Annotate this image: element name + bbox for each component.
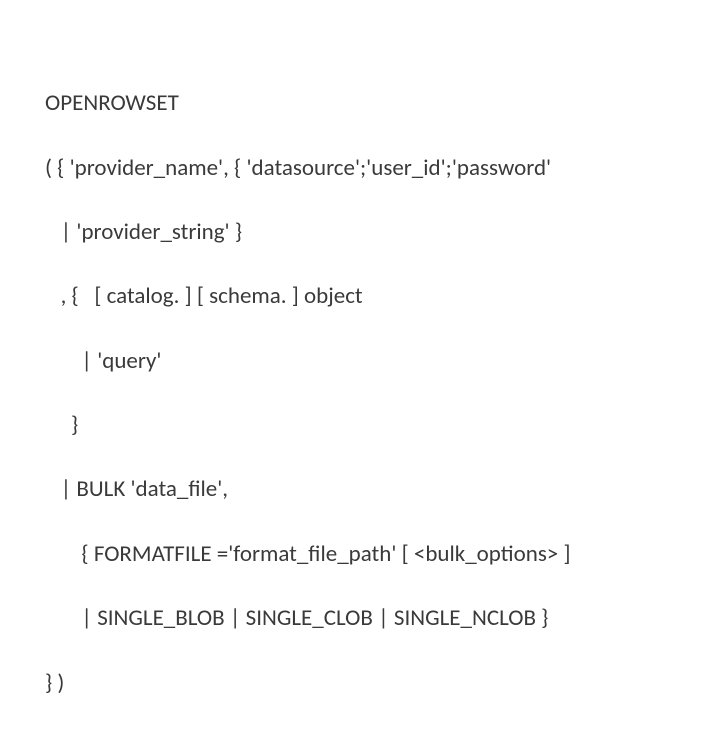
syntax-block: OPENROWSET ( { 'provider_name', { 'datas… xyxy=(45,55,675,731)
syntax-line: { FORMATFILE ='format_file_path' [ <bulk… xyxy=(45,538,675,570)
syntax-line: } xyxy=(45,409,675,441)
syntax-line: OPENROWSET xyxy=(45,87,675,119)
syntax-line: | 'provider_string' } xyxy=(45,216,675,248)
syntax-line: ( { 'provider_name', { 'datasource';'use… xyxy=(45,152,675,184)
syntax-line: } ) xyxy=(45,667,675,699)
syntax-line: | SINGLE_BLOB | SINGLE_CLOB | SINGLE_NCL… xyxy=(45,602,675,634)
syntax-line: , { [ catalog. ] [ schema. ] object xyxy=(45,280,675,312)
syntax-line: | 'query' xyxy=(45,345,675,377)
syntax-line: | BULK 'data_file', xyxy=(45,473,675,505)
